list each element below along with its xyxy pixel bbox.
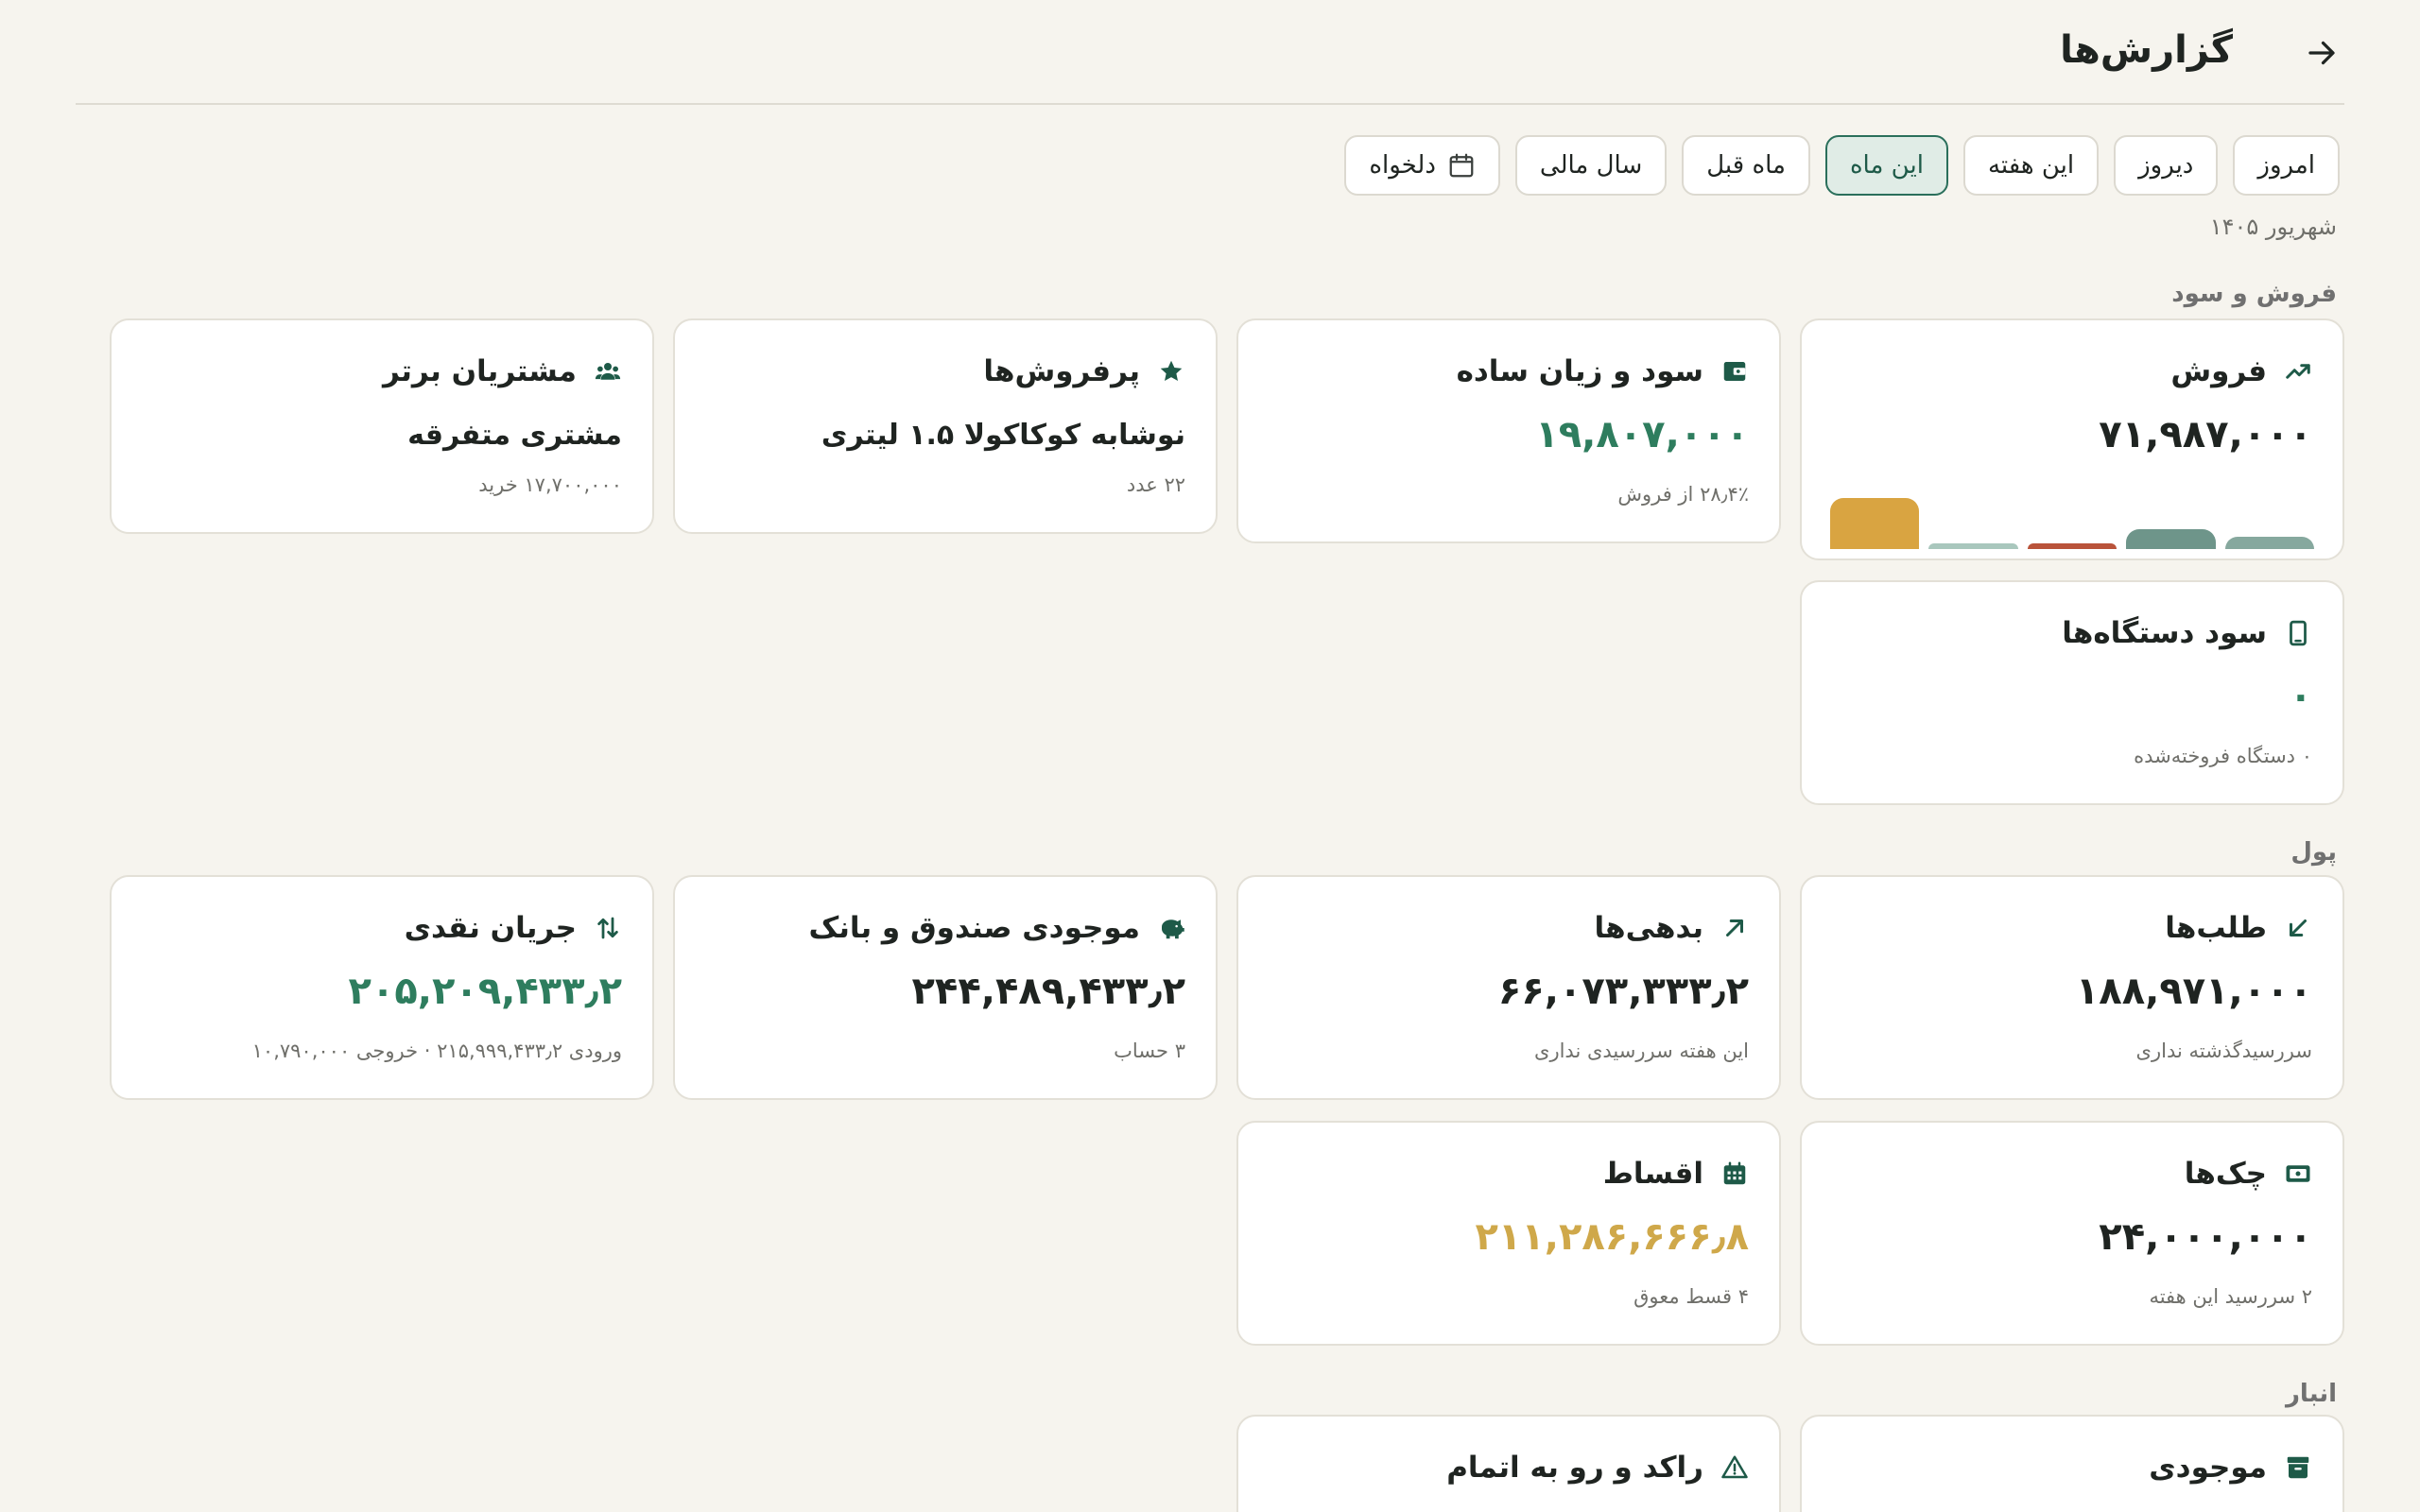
star-icon [1157,357,1185,386]
card-stagnant[interactable]: راکد و رو به اتمام [1236,1415,1781,1512]
card-stock-title: موجودی [2149,1451,2267,1485]
sales-bar [2126,529,2216,549]
card-receivables-value: ۱۸۸,۹۷۱,۰۰۰ [2075,970,2312,1013]
card-receivables-header: طلب‌ها [2165,911,2312,945]
card-installments-value: ۲۱۱,۲۸۶,۶۶۶٫۸ [1475,1215,1749,1259]
archive-icon [2284,1453,2312,1482]
card-cash-flow-sub: ورودی ۲۱۵,۹۹۹,۴۳۳٫۲ · خروجی ۱۰,۷۹۰,۰۰۰ [251,1040,622,1062]
card-installments-header: اقساط [1603,1157,1749,1191]
calendar-icon [1449,153,1474,178]
filter-today[interactable]: امروز [2233,135,2340,196]
filter-this-month[interactable]: این ماه [1824,135,1948,196]
card-top-customers-header: مشتریان برتر [383,354,622,388]
card-cheques-title: چک‌ها [2184,1157,2267,1191]
card-cash-flow-value: ۲۰۵,۲۰۹,۴۳۳٫۲ [348,970,622,1013]
filter-last-month[interactable]: ماه قبل [1682,135,1810,196]
filter-this-week[interactable]: این هفته [1962,135,2100,196]
card-bestsellers[interactable]: پرفروش‌ها نوشابه کوکاکولا ۱.۵ لیتری ۲۲ ع… [673,318,1218,534]
filter-yesterday[interactable]: دیروز [2114,135,2219,196]
wallet-icon [1720,357,1749,386]
card-profit-value: ۱۹,۸۰۷,۰۰۰ [1535,413,1749,456]
card-device-profit-sub: ۰ دستگاه فروخته‌شده [2134,745,2312,767]
phone-icon [2284,619,2312,647]
card-profit[interactable]: سود و زیان ساده ۱۹,۸۰۷,۰۰۰ ۲۸٫۴٪ از فروش [1236,318,1781,543]
card-cash-flow-title: جریان نقدی [404,911,577,945]
card-device-profit-value: ۰ [2289,675,2312,718]
card-sales-value: ۷۱,۹۸۷,۰۰۰ [2099,413,2312,456]
section-label-money: پول [2290,838,2337,867]
card-sales-title: فروش [2170,354,2267,388]
card-cheques[interactable]: چک‌ها ۲۴,۰۰۰,۰۰۰ ۲ سررسید این هفته [1800,1121,2344,1346]
card-stock[interactable]: موجودی [1800,1415,2344,1512]
card-bestsellers-sub: ۲۲ عدد [1126,473,1185,496]
card-cheques-header: چک‌ها [2185,1157,2312,1191]
card-debts[interactable]: بدهی‌ها ۶۶,۰۷۳,۳۳۳٫۲ این هفته سررسیدی ند… [1236,875,1781,1100]
section-label-sales-profit: فروش و سود [2171,280,2337,308]
card-installments-title: اقساط [1602,1157,1703,1191]
card-stagnant-header: راکد و رو به اتمام [1446,1451,1749,1485]
page-header: گزارش‌ها [76,0,2344,105]
card-profit-header: سود و زیان ساده [1457,354,1749,388]
card-top-customers-title: مشتریان برتر [382,354,577,388]
card-bestsellers-title: پرفروش‌ها [983,354,1140,388]
card-bestsellers-header: پرفروش‌ها [983,354,1185,388]
swap-vertical-icon [594,914,622,942]
sales-bar [1928,542,2018,549]
page-title: گزارش‌ها [2060,28,2233,72]
card-cash-flow-header: جریان نقدی [405,911,622,945]
card-receivables-sub: سررسیدگذشته نداری [2135,1040,2312,1062]
arrow-down-left-icon [2284,914,2312,942]
card-debts-sub: این هفته سررسیدی نداری [1534,1040,1749,1062]
filter-custom[interactable]: دلخواه [1344,135,1500,196]
card-debts-header: بدهی‌ها [1594,911,1749,945]
card-bestsellers-value: نوشابه کوکاکولا ۱.۵ لیتری [821,419,1185,452]
card-cheques-sub: ۲ سررسید این هفته [2149,1285,2312,1308]
card-cash-bank-header: موجودی صندوق و بانک [808,911,1185,945]
sales-bar [2027,542,2118,549]
card-cash-flow[interactable]: جریان نقدی ۲۰۵,۲۰۹,۴۳۳٫۲ ورودی ۲۱۵,۹۹۹,۴… [110,875,654,1100]
arrow-right-icon [2308,41,2335,65]
card-stagnant-title: راکد و رو به اتمام [1446,1451,1703,1485]
warning-icon [1720,1453,1749,1482]
date-filter-bar: امروز دیروز این هفته این ماه ماه قبل سال… [1344,135,2340,196]
piggy-bank-icon [1157,914,1185,942]
sales-bar [1830,498,1920,549]
trending-up-icon [2284,357,2312,386]
card-debts-value: ۶۶,۰۷۳,۳۳۳٫۲ [1497,970,1749,1013]
card-cheques-value: ۲۴,۰۰۰,۰۰۰ [2099,1215,2312,1259]
sales-mini-chart [1830,492,2314,549]
card-receivables[interactable]: طلب‌ها ۱۸۸,۹۷۱,۰۰۰ سررسیدگذشته نداری [1800,875,2344,1100]
back-button[interactable] [2299,30,2344,76]
arrow-up-right-icon [1720,914,1749,942]
section-label-inventory: انبار [2285,1380,2337,1408]
sales-bar [2224,537,2314,549]
card-top-customers-sub: ۱۷,۷۰۰,۰۰۰ خرید [478,473,622,496]
card-profit-title: سود و زیان ساده [1456,354,1703,388]
card-cash-bank-sub: ۳ حساب [1114,1040,1185,1062]
period-label: شهریور ۱۴۰۵ [2209,214,2337,240]
people-icon [594,357,622,386]
card-profit-sub: ۲۸٫۴٪ از فروش [1617,483,1749,506]
card-top-customers-value: مشتری متفرقه [407,419,622,452]
card-sales-header: فروش [2170,354,2312,388]
card-installments[interactable]: اقساط ۲۱۱,۲۸۶,۶۶۶٫۸ ۴ قسط معوق [1236,1121,1781,1346]
card-cash-bank[interactable]: موجودی صندوق و بانک ۲۴۴,۴۸۹,۴۳۳٫۲ ۳ حساب [673,875,1218,1100]
card-top-customers[interactable]: مشتریان برتر مشتری متفرقه ۱۷,۷۰۰,۰۰۰ خری… [110,318,654,534]
card-cash-bank-title: موجودی صندوق و بانک [808,911,1140,945]
card-cash-bank-value: ۲۴۴,۴۸۹,۴۳۳٫۲ [911,970,1185,1013]
card-debts-title: بدهی‌ها [1594,911,1703,945]
card-device-profit-title: سود دستگاه‌ها [2062,616,2267,650]
calendar-grid-icon [1720,1160,1749,1188]
card-sales[interactable]: فروش ۷۱,۹۸۷,۰۰۰ [1800,318,2344,560]
filter-custom-label: دلخواه [1369,151,1436,180]
card-device-profit[interactable]: سود دستگاه‌ها ۰ ۰ دستگاه فروخته‌شده [1800,580,2344,805]
card-stock-header: موجودی [2149,1451,2312,1485]
card-installments-sub: ۴ قسط معوق [1634,1285,1749,1308]
cheque-icon [2284,1160,2312,1188]
card-receivables-title: طلب‌ها [2165,911,2267,945]
filter-fiscal-year[interactable]: سال مالی [1514,135,1668,196]
card-device-profit-header: سود دستگاه‌ها [2062,616,2312,650]
